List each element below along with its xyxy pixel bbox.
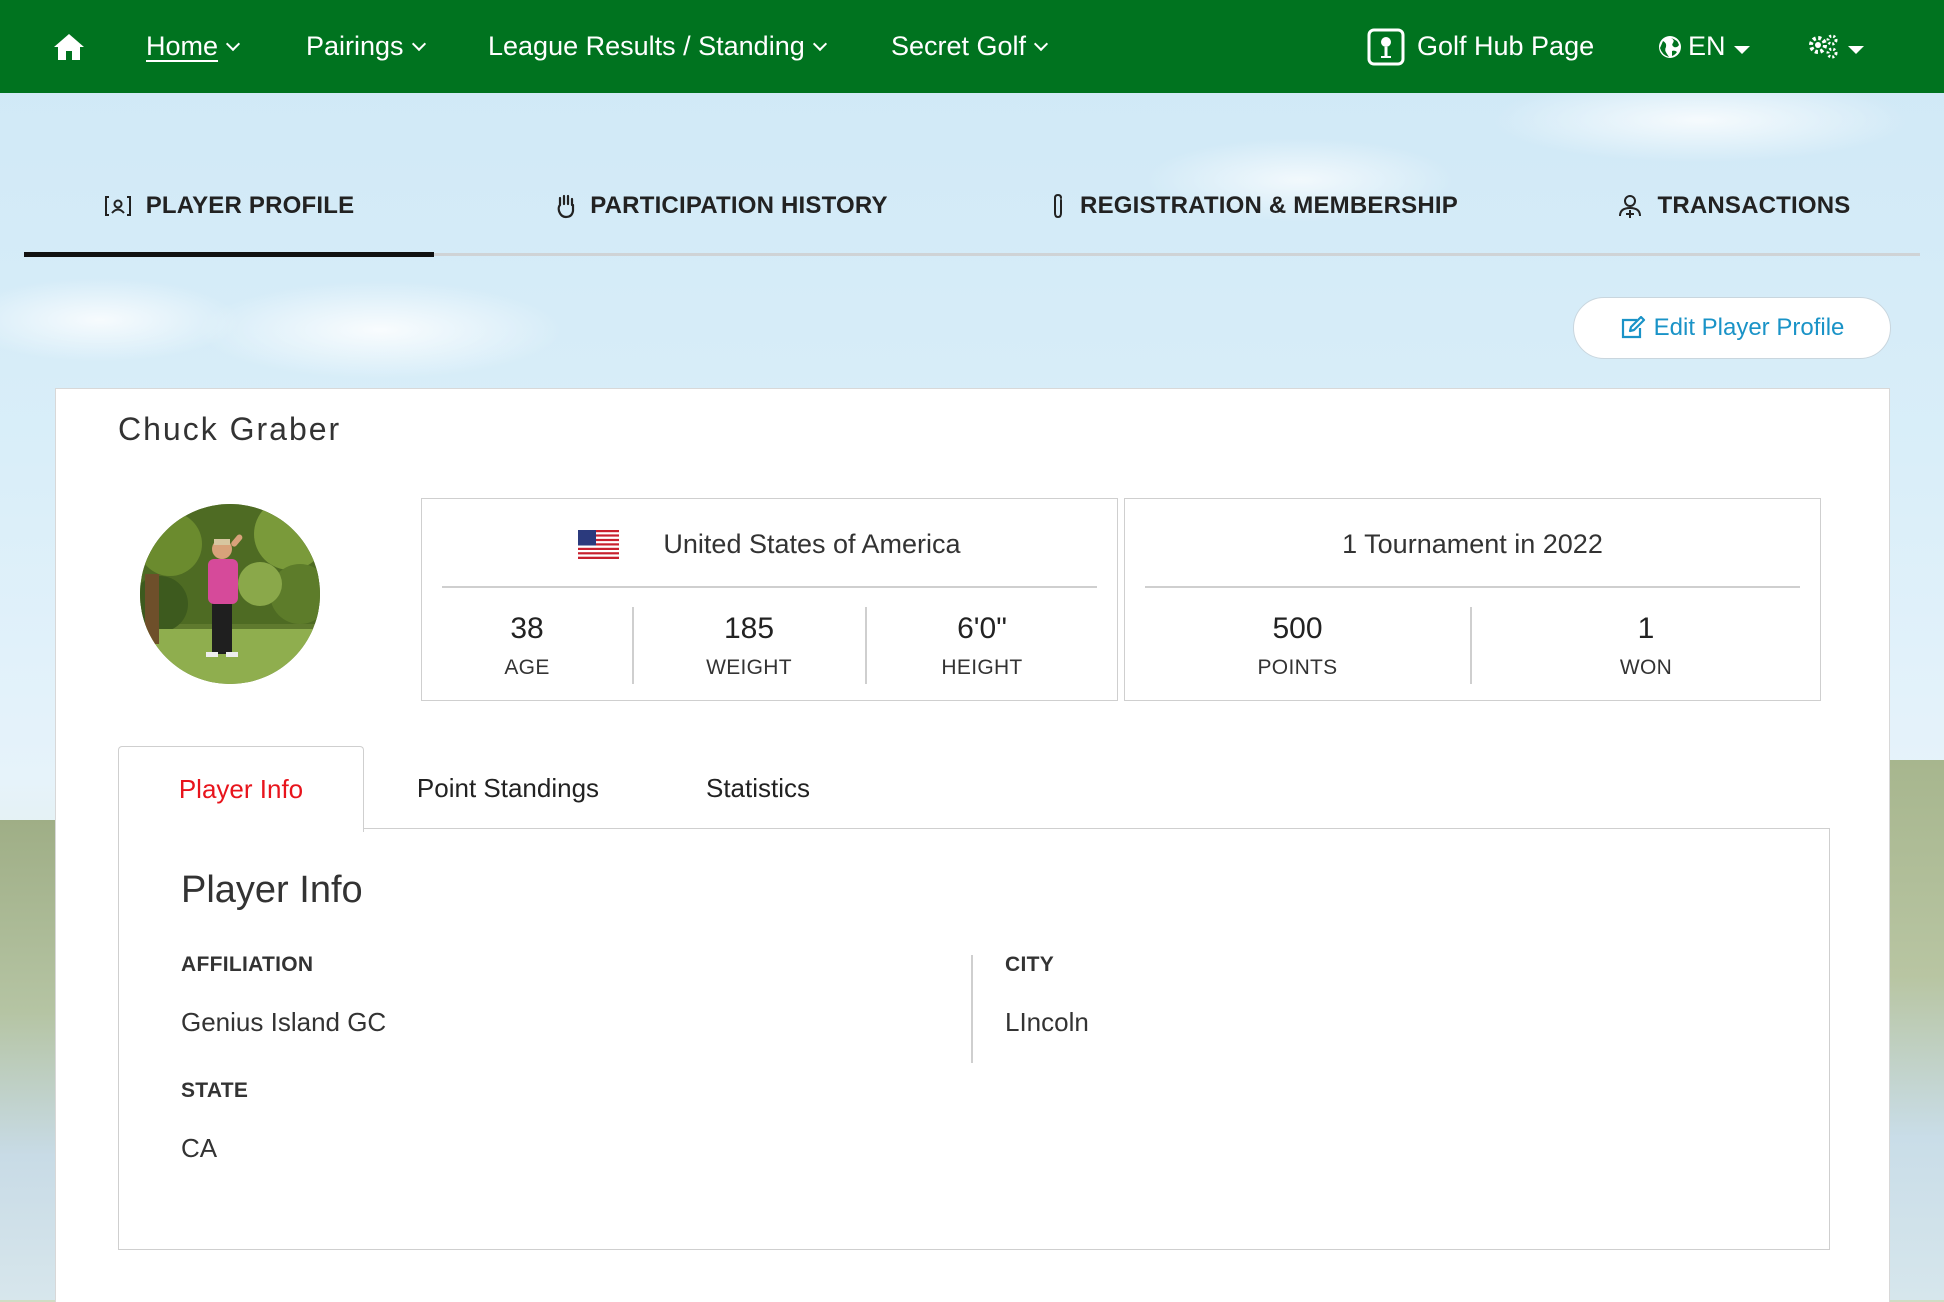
tab-player-profile-label: PLAYER PROFILE [145,192,355,219]
nav-golf-hub[interactable]: Golf Hub Page [1367,0,1594,93]
tab-point-standings[interactable]: Point Standings [388,746,628,830]
stat-age-value: 38 [510,612,544,645]
player-info-panel: Player Info AFFILIATION Genius Island GC… [118,828,1830,1250]
info-tabs: Player Info Point Standings Statistics [118,746,1830,832]
tab-transactions-label: TRANSACTIONS [1657,192,1851,219]
divider [442,586,1097,588]
panel-title: Player Info [181,869,363,911]
language-label: EN [1688,31,1726,61]
tab-registration-membership-label: REGISTRATION & MEMBERSHIP [1080,192,1458,219]
edit-player-profile-button[interactable]: Edit Player Profile [1573,297,1891,359]
tab-transactions[interactable]: TRANSACTIONS [1604,160,1864,252]
chevron-down-icon [411,36,426,51]
tab-registration-membership[interactable]: REGISTRATION & MEMBERSHIP [1014,160,1494,252]
edit-icon [1620,316,1654,340]
golf-hub-icon [1367,28,1405,66]
id-card-icon [104,194,140,218]
affiliation-value: Genius Island GC [181,1007,387,1037]
page: Home Pairings League Results / Standing … [0,0,1944,1302]
chevron-down-icon [1033,36,1049,51]
stat-age: 38 AGE [422,591,632,701]
state-value: CA [181,1133,218,1163]
transactions-icon [1617,193,1651,219]
country-row: United States of America [422,499,1117,589]
language-selector[interactable]: EN [1658,0,1750,93]
golf-hub-label: Golf Hub Page [1417,31,1595,61]
stat-won-value: 1 [1637,612,1655,645]
divider [971,955,973,1063]
player-avatar [140,504,320,684]
stat-height-label: HEIGHT [941,656,1023,679]
player-card: Chuck Graber United States of America 38… [55,388,1890,1302]
tab-player-info[interactable]: Player Info [118,746,364,832]
stat-weight: 185 WEIGHT [634,591,864,701]
stat-height: 6'0" HEIGHT [867,591,1097,701]
stat-points-label: POINTS [1257,656,1338,679]
city-label: CITY [1005,953,1055,976]
divider [1145,586,1800,588]
stat-points-value: 500 [1272,612,1323,645]
state-label: STATE [181,1079,249,1102]
us-flag-icon [578,529,620,559]
nav-league-label: League Results / Standing [488,31,805,61]
chevron-down-icon [225,36,241,51]
caret-down-icon [1848,45,1864,54]
tournaments-summary: 1 Tournament in 2022 [1342,528,1603,559]
tab-participation-history-label: PARTICIPATION HISTORY [590,192,888,219]
gears-icon [1808,33,1840,61]
city-value: LIncoln [1005,1007,1089,1037]
edit-player-profile-label: Edit Player Profile [1653,314,1845,341]
stat-won: 1 WON [1472,591,1820,701]
nav-pairings-label: Pairings [306,31,404,61]
stat-height-value: 6'0" [957,612,1007,645]
globe-icon [1658,35,1682,59]
player-name: Chuck Graber [118,411,342,447]
nav-pairings[interactable]: Pairings [306,0,426,93]
stat-won-label: WON [1619,656,1673,679]
stat-points: 500 POINTS [1125,591,1470,701]
hand-icon [556,193,584,219]
profile-tabs: PLAYER PROFILE PARTICIPATION HISTORY REG… [24,160,1920,258]
top-navbar: Home Pairings League Results / Standing … [0,0,1944,93]
chevron-down-icon [812,36,827,51]
tab-player-profile[interactable]: PLAYER PROFILE [24,160,434,252]
paperclip-icon [1050,192,1074,220]
nav-secret-golf[interactable]: Secret Golf [891,0,1049,93]
home-icon[interactable] [52,0,86,93]
player-results-box: 1 Tournament in 2022 500 POINTS 1 WON [1124,498,1821,701]
stat-weight-value: 185 [723,612,775,645]
nav-home[interactable]: Home [146,0,241,93]
caret-down-icon [1733,45,1750,54]
stat-age-label: AGE [504,656,550,679]
nav-secret-golf-label: Secret Golf [891,31,1027,61]
player-bio-box: United States of America 38 AGE 185 WEIG… [421,498,1118,701]
nav-league-results[interactable]: League Results / Standing [488,0,827,93]
country-name: United States of America [663,528,961,559]
tab-statistics[interactable]: Statistics [658,746,858,830]
stat-weight-label: WEIGHT [706,656,792,679]
nav-home-label: Home [146,31,219,61]
affiliation-label: AFFILIATION [181,953,314,976]
settings-menu[interactable] [1808,0,1864,93]
tab-participation-history[interactable]: PARTICIPATION HISTORY [502,160,942,252]
